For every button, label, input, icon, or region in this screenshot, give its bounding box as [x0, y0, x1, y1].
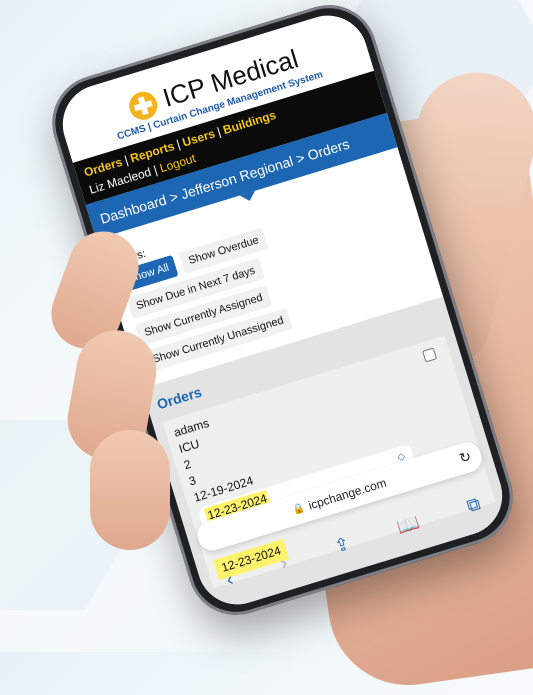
lock-icon: 🔒: [291, 501, 307, 516]
tabs-icon[interactable]: ⧉: [464, 493, 482, 517]
bookmarks-icon[interactable]: 📖: [395, 511, 423, 538]
forward-icon[interactable]: ›: [278, 552, 290, 574]
hand-finger: [90, 430, 170, 550]
order-select-checkbox[interactable]: [422, 347, 438, 363]
medical-cross-icon: [125, 87, 161, 123]
share-icon[interactable]: ⇪: [332, 533, 353, 557]
back-icon[interactable]: ‹: [224, 568, 236, 590]
reload-icon[interactable]: ↻: [457, 448, 473, 468]
